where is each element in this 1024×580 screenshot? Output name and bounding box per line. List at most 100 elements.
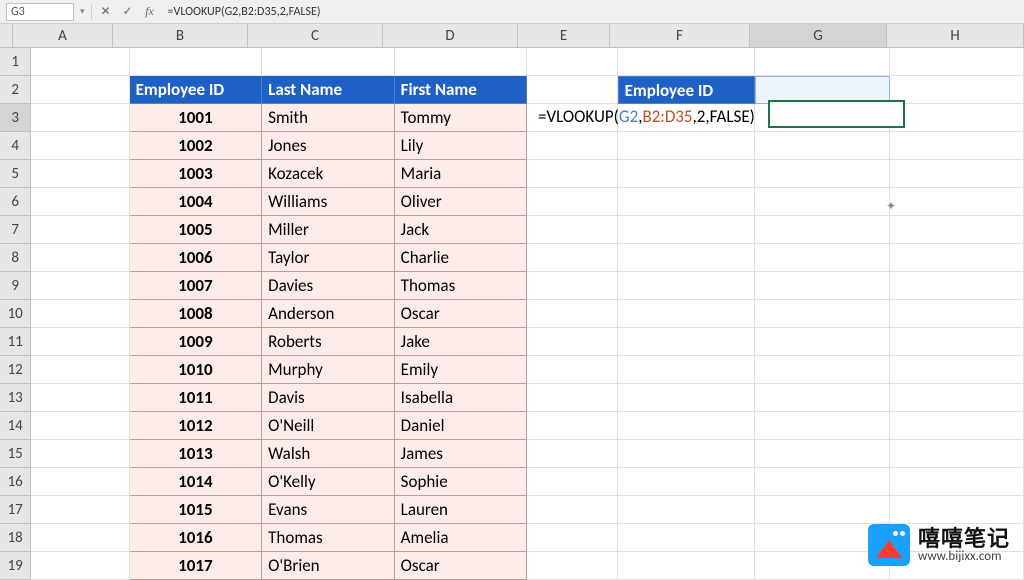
cell-H5[interactable] [890, 160, 1024, 188]
cell-A14[interactable] [31, 412, 129, 440]
cell-F4[interactable] [618, 132, 755, 160]
active-cell-selection[interactable] [768, 100, 905, 128]
cell-H1[interactable] [890, 48, 1024, 76]
cell-F17[interactable] [618, 496, 755, 524]
cell-C15[interactable]: Walsh [262, 440, 395, 468]
cell-E18[interactable] [527, 524, 617, 552]
cell-F14[interactable] [618, 412, 755, 440]
cell-D17[interactable]: Lauren [395, 496, 528, 524]
cell-D16[interactable]: Sophie [395, 468, 528, 496]
cell-F18[interactable] [618, 524, 755, 552]
cell-E10[interactable] [527, 300, 617, 328]
cell-D13[interactable]: Isabella [395, 384, 528, 412]
cell-C7[interactable]: Miller [262, 216, 395, 244]
cell-B11[interactable]: 1009 [130, 328, 263, 356]
cell-D4[interactable]: Lily [395, 132, 528, 160]
cell-G8[interactable] [755, 244, 889, 272]
cell-A11[interactable] [31, 328, 129, 356]
cell-B8[interactable]: 1006 [130, 244, 263, 272]
cell-D7[interactable]: Jack [395, 216, 528, 244]
row-header-16[interactable]: 16 [0, 468, 31, 496]
cell-A15[interactable] [31, 440, 129, 468]
cell-H13[interactable] [890, 384, 1024, 412]
cell-A8[interactable] [31, 244, 129, 272]
cell-A6[interactable] [31, 188, 129, 216]
cell-F9[interactable] [618, 272, 755, 300]
row-header-9[interactable]: 9 [0, 272, 31, 300]
cell-B1[interactable] [130, 48, 263, 76]
cell-H12[interactable] [890, 356, 1024, 384]
cell-H2[interactable] [890, 76, 1024, 104]
cell-B6[interactable]: 1004 [130, 188, 263, 216]
cell-C18[interactable]: Thomas [262, 524, 395, 552]
cell-E14[interactable] [527, 412, 617, 440]
cell-A9[interactable] [31, 272, 129, 300]
cell-D5[interactable]: Maria [395, 160, 528, 188]
cell-E11[interactable] [527, 328, 617, 356]
cell-B9[interactable]: 1007 [130, 272, 263, 300]
cell-A3[interactable] [31, 104, 129, 132]
cell-G9[interactable] [755, 272, 889, 300]
cell-H8[interactable] [890, 244, 1024, 272]
cell-A16[interactable] [31, 468, 129, 496]
cell-E4[interactable] [527, 132, 617, 160]
cell-C16[interactable]: O'Kelly [262, 468, 395, 496]
cell-D3[interactable]: Tommy [395, 104, 528, 132]
cell-D14[interactable]: Daniel [395, 412, 528, 440]
cell-D1[interactable] [395, 48, 528, 76]
cell-F2[interactable]: Employee ID [618, 76, 755, 104]
cell-G1[interactable] [755, 48, 889, 76]
cell-D18[interactable]: Amelia [395, 524, 528, 552]
row-header-5[interactable]: 5 [0, 160, 31, 188]
cell-B4[interactable]: 1002 [130, 132, 263, 160]
cell-G6[interactable] [755, 188, 889, 216]
fx-icon[interactable]: fx [142, 4, 158, 20]
cell-D10[interactable]: Oscar [395, 300, 528, 328]
cell-E6[interactable] [527, 188, 617, 216]
cell-H6[interactable] [890, 188, 1024, 216]
cell-C17[interactable]: Evans [262, 496, 395, 524]
cell-F8[interactable] [618, 244, 755, 272]
cell-B7[interactable]: 1005 [130, 216, 263, 244]
cell-G11[interactable] [755, 328, 889, 356]
cell-G13[interactable] [755, 384, 889, 412]
row-header-18[interactable]: 18 [0, 524, 31, 552]
cell-C10[interactable]: Anderson [262, 300, 395, 328]
column-header-C[interactable]: C [248, 24, 383, 48]
cell-E5[interactable] [527, 160, 617, 188]
row-header-7[interactable]: 7 [0, 216, 31, 244]
cell-H14[interactable] [890, 412, 1024, 440]
cell-C8[interactable]: Taylor [262, 244, 395, 272]
name-box-dropdown-icon[interactable]: ▾ [80, 6, 85, 17]
cell-D15[interactable]: James [395, 440, 528, 468]
cell-E1[interactable] [527, 48, 617, 76]
row-header-11[interactable]: 11 [0, 328, 31, 356]
cell-E7[interactable] [527, 216, 617, 244]
row-header-4[interactable]: 4 [0, 132, 31, 160]
cell-A7[interactable] [31, 216, 129, 244]
cell-C6[interactable]: Williams [262, 188, 395, 216]
cell-H17[interactable] [890, 496, 1024, 524]
cell-F5[interactable] [618, 160, 755, 188]
cell-B16[interactable]: 1014 [130, 468, 263, 496]
row-header-12[interactable]: 12 [0, 356, 31, 384]
cell-G12[interactable] [755, 356, 889, 384]
cell-E16[interactable] [527, 468, 617, 496]
row-header-1[interactable]: 1 [0, 48, 31, 76]
cell-C14[interactable]: O'Neill [262, 412, 395, 440]
cell-H9[interactable] [890, 272, 1024, 300]
cell-F16[interactable] [618, 468, 755, 496]
cell-E15[interactable] [527, 440, 617, 468]
cell-C11[interactable]: Roberts [262, 328, 395, 356]
row-header-3[interactable]: 3 [0, 104, 31, 132]
cell-B15[interactable]: 1013 [130, 440, 263, 468]
cell-C2[interactable]: Last Name [262, 76, 395, 104]
column-header-F[interactable]: F [610, 24, 750, 48]
cell-B10[interactable]: 1008 [130, 300, 263, 328]
row-header-15[interactable]: 15 [0, 440, 31, 468]
column-header-D[interactable]: D [383, 24, 518, 48]
column-header-H[interactable]: H [887, 24, 1024, 48]
cell-B3[interactable]: 1001 [130, 104, 263, 132]
cell-E8[interactable] [527, 244, 617, 272]
column-header-E[interactable]: E [518, 24, 610, 48]
